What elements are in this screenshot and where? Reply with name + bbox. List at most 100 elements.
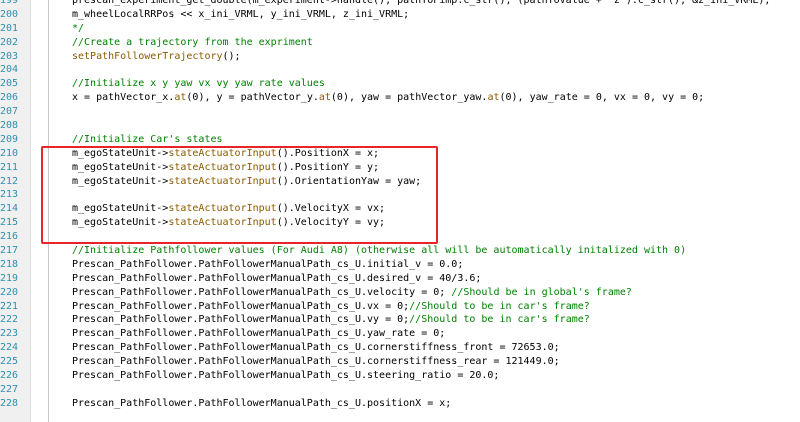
line-number: 208 [0, 120, 19, 132]
line-number: 212 [0, 175, 19, 187]
code-comment: //Initialize Pathfollower values (For Au… [72, 245, 687, 257]
code-comment: //Should to be in car's frame? [409, 314, 590, 326]
code-token: Prescan_PathFollower.PathFollowerManualP… [72, 258, 464, 270]
red-highlight-box [41, 146, 438, 244]
code-method-name: at [487, 92, 500, 104]
code-text: Prescan_PathFollower.PathFollowerManualP… [72, 313, 590, 327]
code-text: Prescan_PathFollower.PathFollowerManualP… [72, 300, 590, 314]
code-text: prescan_experiment_get_double(m_experime… [72, 0, 770, 8]
code-text: Prescan_PathFollower.PathFollowerManualP… [72, 327, 445, 341]
line-number: 201 [0, 22, 19, 34]
code-line[interactable]: 217 //Initialize Pathfollower values (For… [0, 244, 800, 258]
code-line[interactable]: 219 Prescan_PathFollower.PathFollowerManu… [0, 272, 800, 286]
line-number: 222 [0, 314, 19, 326]
code-token: Prescan_PathFollower.PathFollowerManualP… [72, 356, 560, 368]
line-number: 207 [0, 106, 19, 118]
line-number: 200 [0, 8, 19, 20]
code-text: Prescan_PathFollower.PathFollowerManualP… [72, 355, 560, 369]
code-method-name: at [318, 92, 331, 104]
code-line[interactable]: 201 */ [0, 22, 800, 36]
code-line[interactable]: 209 //Initialize Car's states [0, 133, 800, 147]
code-text: Prescan_PathFollower.PathFollowerManualP… [72, 369, 499, 383]
code-line[interactable]: 204 [0, 63, 800, 77]
code-text: //Initialize Pathfollower values (For Au… [72, 244, 686, 258]
code-text: //Initialize x y yaw vx vy yaw rate valu… [72, 77, 325, 91]
code-token: (); [222, 50, 241, 62]
code-token: (0), yaw_rate = 0, vx = 0, vy = 0; [499, 92, 705, 104]
line-number: 223 [0, 328, 19, 340]
line-number: 225 [0, 356, 19, 368]
line-number: 219 [0, 272, 19, 284]
code-token: x = pathVector_x. [72, 92, 175, 104]
code-text: setPathFollowerTrajectory(); [72, 50, 241, 64]
code-line[interactable]: 218 Prescan_PathFollower.PathFollowerManu… [0, 258, 800, 272]
code-text: Prescan_PathFollower.PathFollowerManualP… [72, 341, 560, 355]
code-text: //Create a trajectory from the expriment [72, 36, 313, 50]
code-token: Prescan_PathFollower.PathFollowerManualP… [72, 272, 482, 284]
code-text: Prescan_PathFollower.PathFollowerManualP… [72, 397, 451, 411]
line-number: 217 [0, 245, 19, 257]
line-number: 209 [0, 133, 19, 145]
code-line[interactable]: 206 x = pathVector_x.at(0), y = pathVecto… [0, 91, 800, 105]
code-line[interactable]: 202 //Create a trajectory from the exprim… [0, 36, 800, 50]
code-method-name: setPathFollowerTrajectory [72, 50, 223, 62]
code-token: m_wheelLocalRRPos << x_ini_VRML, y_ini_V… [72, 8, 410, 20]
code-token: Prescan_PathFollower.PathFollowerManualP… [72, 300, 410, 312]
code-text: Prescan_PathFollower.PathFollowerManualP… [72, 258, 463, 272]
code-line[interactable]: 225 Prescan_PathFollower.PathFollowerManu… [0, 355, 800, 369]
line-number: 202 [0, 36, 19, 48]
line-number: 226 [0, 370, 19, 382]
line-number: 199 [0, 0, 19, 6]
line-number: 211 [0, 161, 19, 173]
line-number: 216 [0, 231, 19, 243]
code-token: Prescan_PathFollower.PathFollowerManualP… [72, 370, 500, 382]
code-line[interactable]: 203 setPathFollowerTrajectory(); [0, 50, 800, 64]
code-comment: //Initialize Car's states [72, 133, 223, 145]
code-comment: //Should be in global's frame? [451, 286, 632, 298]
line-number: 203 [0, 50, 19, 62]
code-line[interactable]: 223 Prescan_PathFollower.PathFollowerManu… [0, 327, 800, 341]
code-comment: //Should to be in car's frame? [409, 300, 590, 312]
code-token: Prescan_PathFollower.PathFollowerManualP… [72, 328, 446, 340]
code-token: (0), yaw = pathVector_yaw. [330, 92, 488, 104]
code-line[interactable]: 205 //Initialize x y yaw vx vy yaw rate v… [0, 77, 800, 91]
code-text: Prescan_PathFollower.PathFollowerManualP… [72, 272, 481, 286]
code-token: Prescan_PathFollower.PathFollowerManualP… [72, 314, 410, 326]
code-text: */ [72, 22, 84, 36]
code-token: Prescan_PathFollower.PathFollowerManualP… [72, 286, 452, 298]
line-number: 215 [0, 217, 19, 229]
code-text: //Initialize Car's states [72, 133, 223, 147]
code-token: Prescan_PathFollower.PathFollowerManualP… [72, 342, 560, 354]
line-number: 204 [0, 64, 19, 76]
line-number: 220 [0, 286, 19, 298]
code-line[interactable]: 228 Prescan_PathFollower.PathFollowerManu… [0, 397, 800, 411]
code-line[interactable]: 208 [0, 119, 800, 133]
line-number: 221 [0, 300, 19, 312]
line-number: 218 [0, 258, 19, 270]
code-text: x = pathVector_x.at(0), y = pathVector_y… [72, 91, 704, 105]
code-line[interactable]: 199 prescan_experiment_get_double(m_exper… [0, 0, 800, 8]
code-line[interactable]: 221 Prescan_PathFollower.PathFollowerManu… [0, 300, 800, 314]
code-comment: //Initialize x y yaw vx vy yaw rate valu… [72, 78, 325, 90]
code-text: m_wheelLocalRRPos << x_ini_VRML, y_ini_V… [72, 8, 409, 22]
code-line[interactable]: 227 [0, 383, 800, 397]
line-number: 214 [0, 203, 19, 215]
line-number: 213 [0, 189, 19, 201]
code-line[interactable]: 224 Prescan_PathFollower.PathFollowerManu… [0, 341, 800, 355]
line-number: 206 [0, 92, 19, 104]
code-line[interactable]: 226 Prescan_PathFollower.PathFollowerManu… [0, 369, 800, 383]
code-text: Prescan_PathFollower.PathFollowerManualP… [72, 286, 632, 300]
code-line[interactable]: 220 Prescan_PathFollower.PathFollowerManu… [0, 286, 800, 300]
code-method-name: at [174, 92, 187, 104]
line-number: 227 [0, 383, 19, 395]
code-line[interactable]: 200 m_wheelLocalRRPos << x_ini_VRML, y_in… [0, 8, 800, 22]
line-number: 210 [0, 147, 19, 159]
line-number: 224 [0, 342, 19, 354]
code-comment: */ [72, 22, 85, 34]
code-line[interactable]: 207 [0, 105, 800, 119]
line-number: 228 [0, 397, 19, 409]
line-number: 205 [0, 78, 19, 90]
code-line[interactable]: 222 Prescan_PathFollower.PathFollowerManu… [0, 313, 800, 327]
code-token: Prescan_PathFollower.PathFollowerManualP… [72, 397, 452, 409]
code-token: prescan_experiment_get_double(m_experime… [72, 0, 771, 6]
